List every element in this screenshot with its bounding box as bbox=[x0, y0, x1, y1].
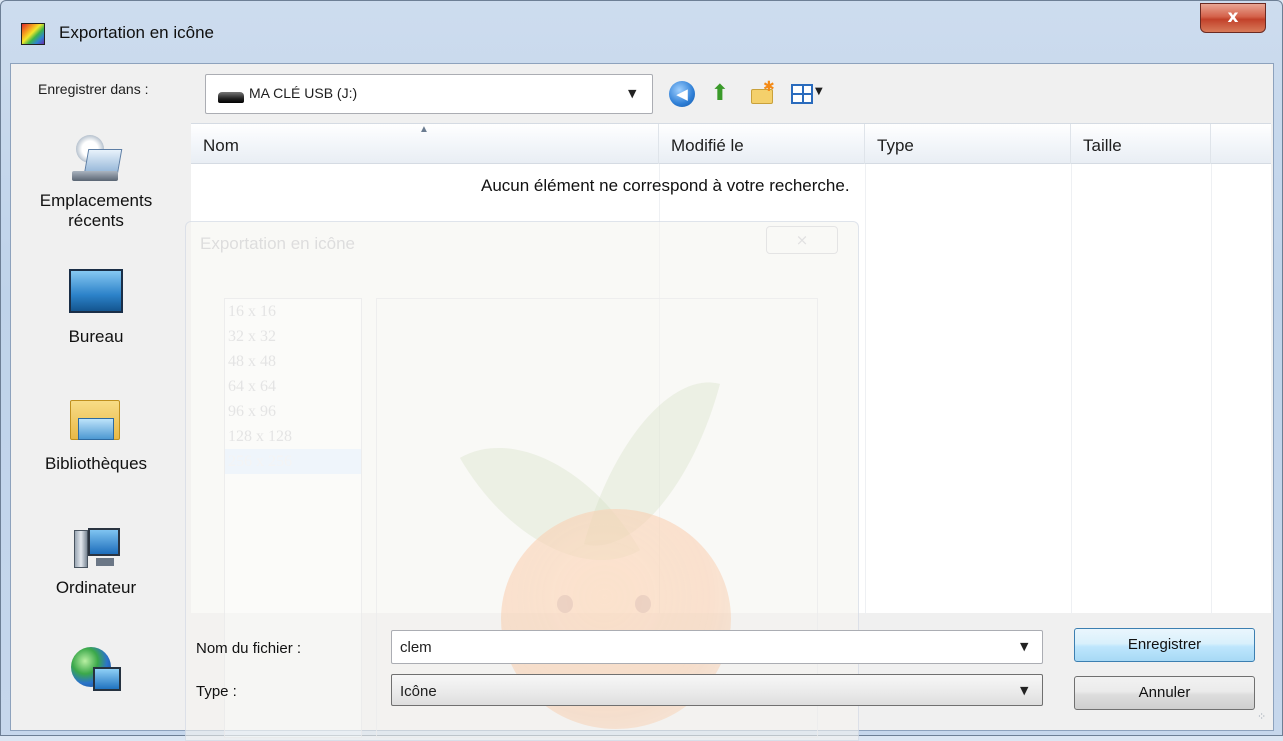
chevron-down-icon[interactable]: ▼ bbox=[1020, 684, 1028, 697]
place-label: Bureau bbox=[68, 327, 124, 346]
filename-label: Nom du fichier : bbox=[196, 640, 302, 657]
ghost-size-item: 64 x 64 bbox=[228, 378, 276, 395]
screen-shape bbox=[88, 528, 120, 556]
computer-icon bbox=[70, 526, 122, 572]
place-recent[interactable]: Emplacements récents bbox=[21, 131, 171, 231]
new-folder-icon[interactable]: ✱ bbox=[749, 79, 775, 107]
monitor-shape bbox=[93, 667, 121, 691]
chevron-down-icon: ▼ bbox=[815, 86, 823, 97]
type-label: Type : bbox=[196, 683, 237, 700]
column-divider bbox=[865, 164, 866, 614]
column-label: Type bbox=[877, 136, 914, 155]
title-bar[interactable]: Exportation en icône x bbox=[1, 1, 1282, 63]
ghost-size-item: 32 x 32 bbox=[228, 328, 276, 345]
place-label: Ordinateur bbox=[55, 578, 137, 597]
cancel-button[interactable]: Annuler bbox=[1074, 676, 1255, 710]
ghost-close-icon: ⨯ bbox=[766, 226, 838, 254]
tower-shape bbox=[74, 530, 88, 568]
place-desktop[interactable]: Bureau bbox=[21, 269, 171, 347]
place-libraries[interactable]: Bibliothèques bbox=[21, 396, 171, 474]
ghost-preview-pane bbox=[376, 298, 818, 738]
ghost-size-item: 16 x 16 bbox=[228, 303, 276, 320]
eye-icon bbox=[635, 595, 651, 613]
sparkle-icon: ✱ bbox=[763, 79, 775, 95]
resize-grip-icon[interactable]: ⁘ bbox=[1257, 711, 1271, 727]
list-header: Nom ▲ Modifié le Type Taille bbox=[191, 124, 1271, 164]
empty-list-message: Aucun élément ne correspond à votre rech… bbox=[481, 176, 850, 195]
type-select[interactable]: Icône ▼ bbox=[391, 674, 1043, 706]
column-label: Modifié le bbox=[671, 136, 744, 155]
stand-shape bbox=[96, 558, 114, 566]
libraries-icon bbox=[68, 396, 124, 444]
ghost-size-item: 96 x 96 bbox=[228, 403, 276, 420]
close-button[interactable]: x bbox=[1200, 3, 1266, 33]
filename-input[interactable]: clem ▼ bbox=[391, 630, 1043, 664]
ghost-size-item: 48 x 48 bbox=[228, 353, 276, 370]
column-divider bbox=[1211, 164, 1212, 614]
place-network[interactable] bbox=[21, 641, 171, 703]
location-dropdown[interactable]: MA CLÉ USB (J:) ▼ bbox=[205, 74, 653, 114]
column-header-modified[interactable]: Modifié le bbox=[659, 124, 865, 164]
column-header-size[interactable]: Taille bbox=[1071, 124, 1211, 164]
type-value: Icône bbox=[400, 683, 437, 700]
ghost-size-item-selected: 256 x 256 bbox=[225, 449, 361, 474]
save-button[interactable]: Enregistrer bbox=[1074, 628, 1255, 662]
eye-icon bbox=[557, 595, 573, 613]
place-label: Bibliothèques bbox=[44, 454, 148, 473]
sort-ascending-icon: ▲ bbox=[419, 124, 429, 135]
up-folder-icon[interactable]: ⬆ bbox=[707, 81, 733, 107]
base-shape bbox=[72, 171, 118, 181]
save-in-label: Enregistrer dans : bbox=[38, 81, 149, 97]
chevron-down-icon[interactable]: ▼ bbox=[1020, 640, 1028, 653]
save-in-label-text: Enregistrer dans : bbox=[38, 81, 149, 97]
view-grid-icon bbox=[791, 84, 813, 104]
dialog-window: Exportation en icône x Enregistrer dans … bbox=[0, 0, 1283, 741]
window-title: Exportation en icône bbox=[59, 23, 214, 42]
usb-drive-icon bbox=[218, 92, 244, 103]
column-label: Taille bbox=[1083, 136, 1122, 155]
place-label: Emplacements récents bbox=[39, 191, 153, 230]
place-computer[interactable]: Ordinateur bbox=[21, 526, 171, 598]
view-menu-icon[interactable]: ▼ bbox=[791, 81, 829, 107]
column-header-name[interactable]: Nom ▲ bbox=[191, 124, 659, 164]
ghost-window-title: Exportation en icône bbox=[200, 234, 355, 253]
ghost-size-item: 128 x 128 bbox=[228, 428, 292, 445]
filename-value: clem bbox=[400, 639, 432, 656]
recent-places-icon bbox=[70, 131, 123, 185]
column-label: Nom bbox=[203, 136, 239, 155]
network-icon bbox=[69, 641, 123, 697]
column-header-type[interactable]: Type bbox=[865, 124, 1071, 164]
back-icon[interactable]: ◀ bbox=[669, 81, 695, 107]
column-divider bbox=[1071, 164, 1072, 614]
desktop-icon bbox=[69, 269, 123, 313]
folder-front-shape bbox=[78, 418, 114, 440]
chevron-down-icon[interactable]: ▼ bbox=[628, 87, 636, 100]
location-value: MA CLÉ USB (J:) bbox=[249, 85, 358, 101]
ghost-size-list: 16 x 16 32 x 32 48 x 48 64 x 64 96 x 96 … bbox=[224, 298, 362, 738]
app-icon bbox=[21, 23, 45, 45]
